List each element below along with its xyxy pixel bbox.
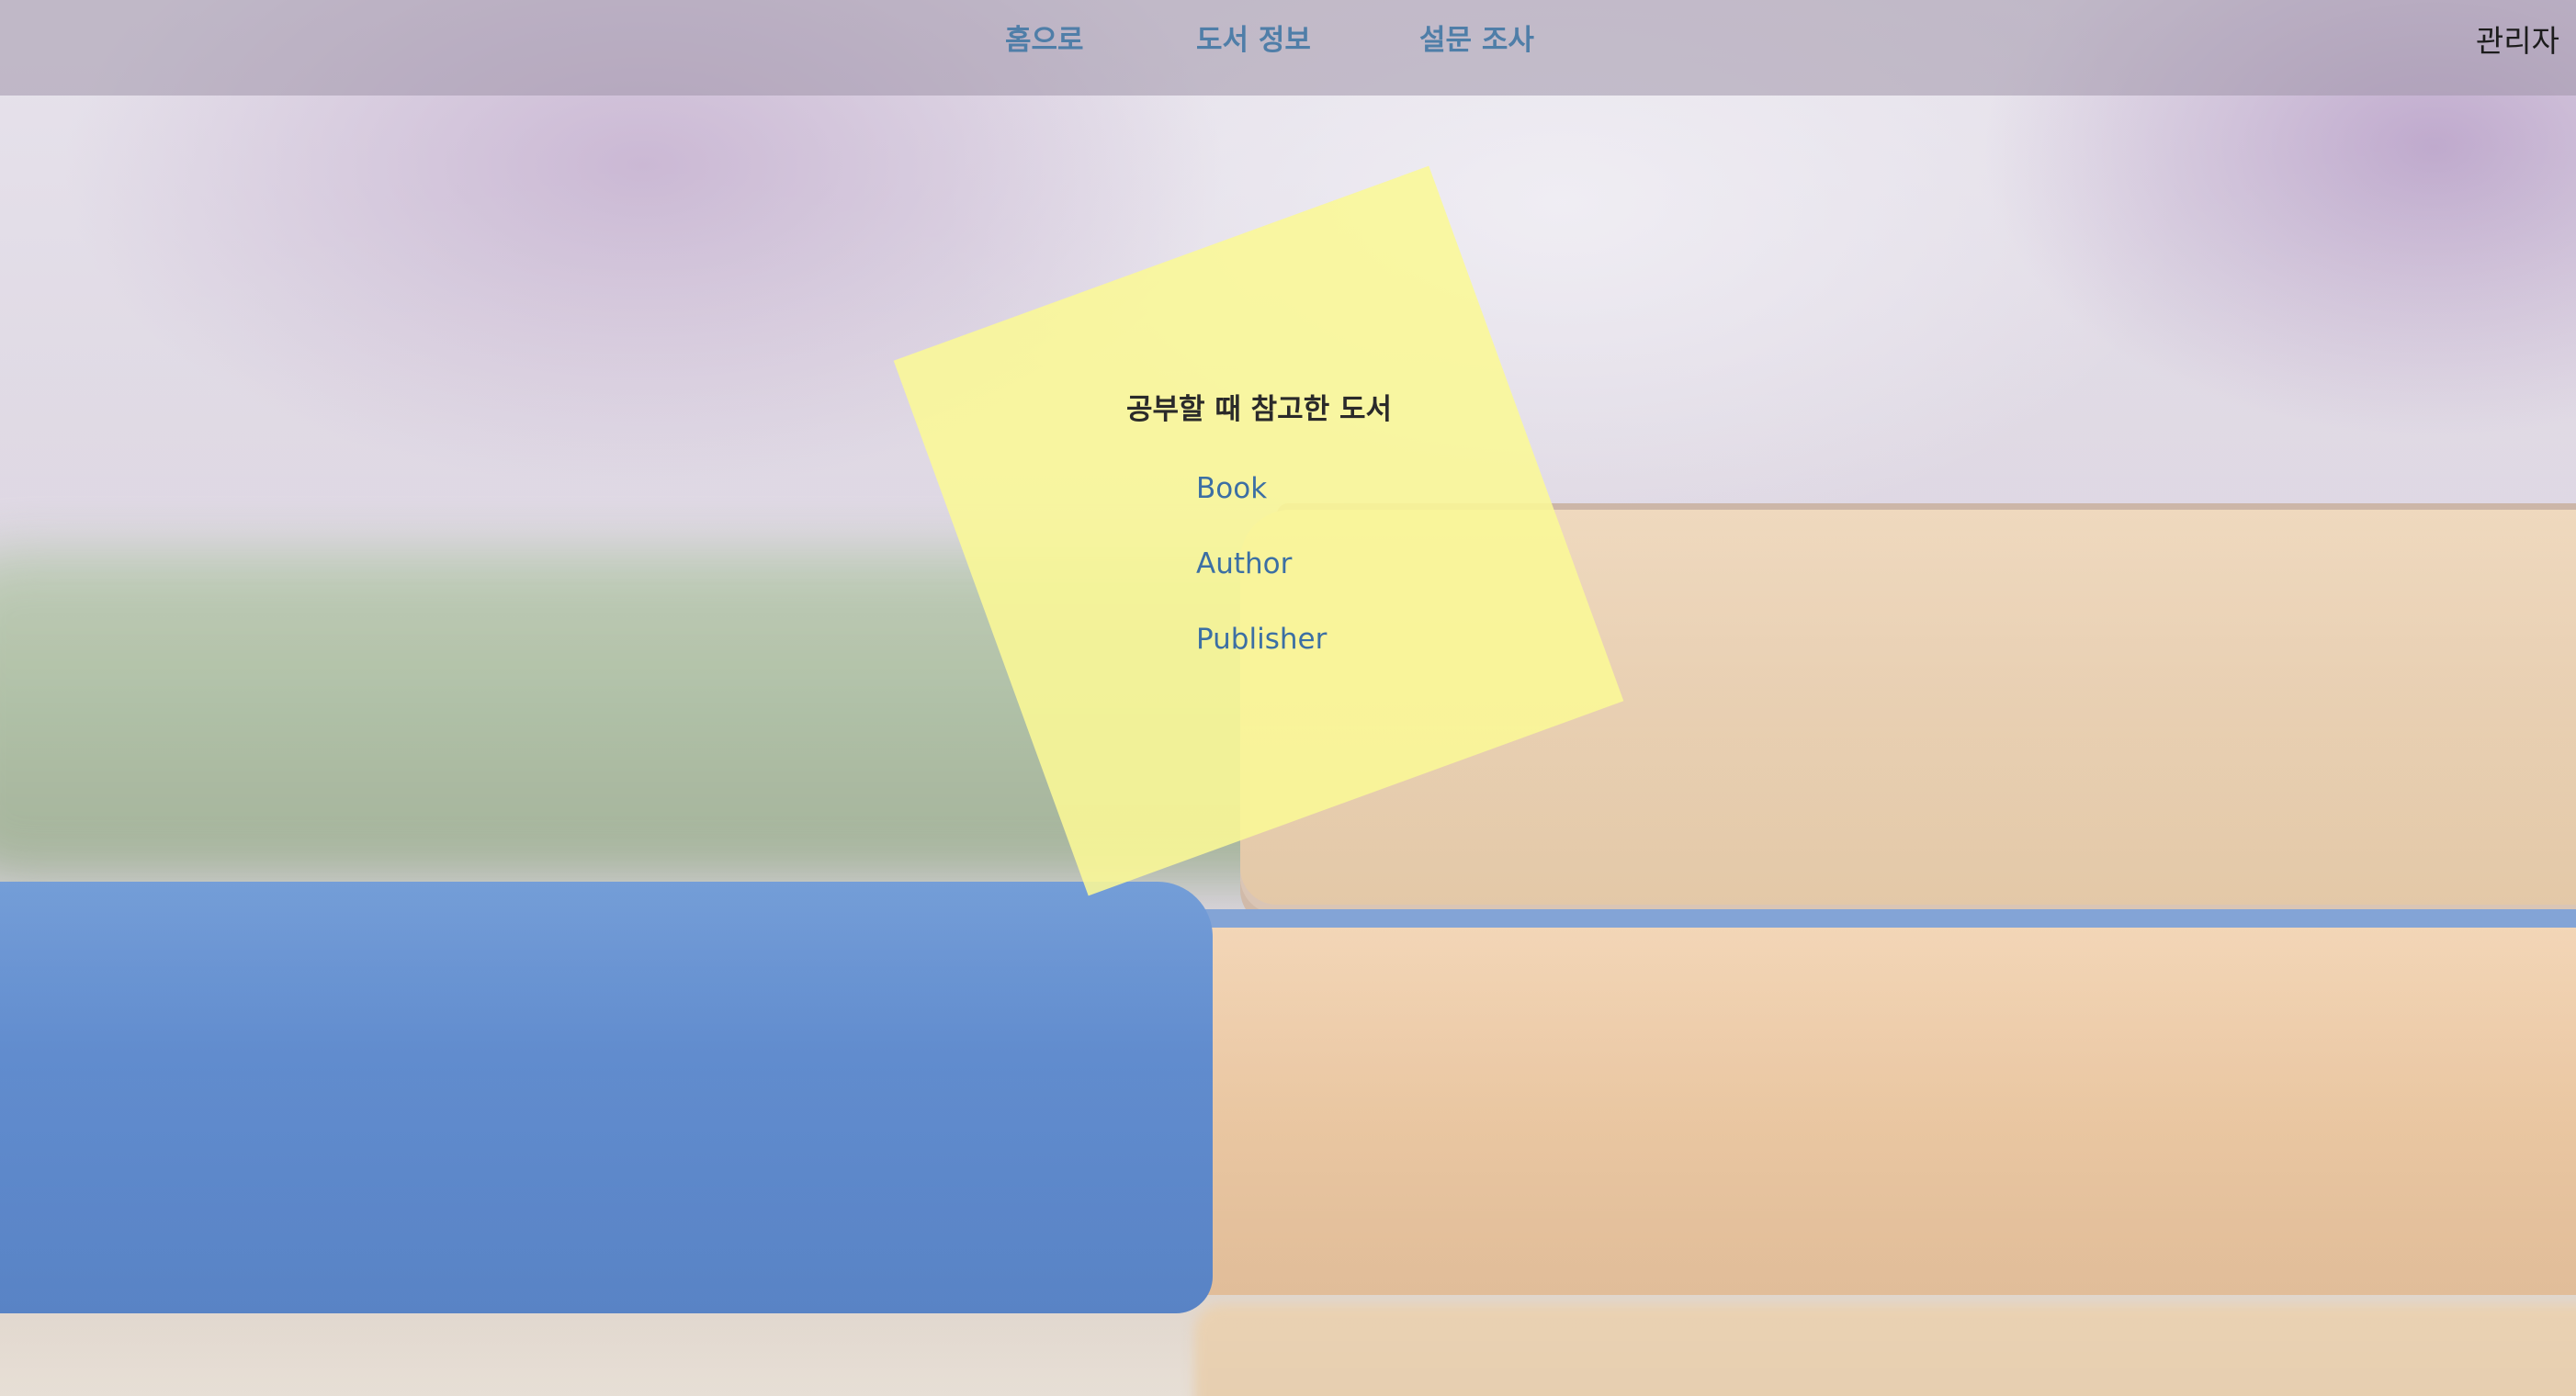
page: 홈으로 도서 정보 설문 조사 관리자 공부할 때 참고한 도서 Book Au… — [0, 0, 2576, 1396]
note-link-publisher[interactable]: Publisher — [1196, 623, 1327, 656]
nav-link-home[interactable]: 홈으로 — [1005, 17, 1084, 58]
nav-link-survey[interactable]: 설문 조사 — [1419, 17, 1534, 58]
sticky-note-title: 공부할 때 참고한 도서 — [1126, 393, 1393, 426]
top-navigation-bar: 홈으로 도서 정보 설문 조사 관리자 — [0, 0, 2576, 96]
nav-link-admin[interactable]: 관리자 — [2476, 17, 2559, 61]
note-link-author[interactable]: Author — [1196, 547, 1292, 580]
note-link-book[interactable]: Book — [1196, 472, 1267, 505]
nav-link-book-info[interactable]: 도서 정보 — [1196, 17, 1311, 58]
sticky-note — [893, 165, 1624, 896]
sticky-note-paper — [893, 165, 1624, 896]
